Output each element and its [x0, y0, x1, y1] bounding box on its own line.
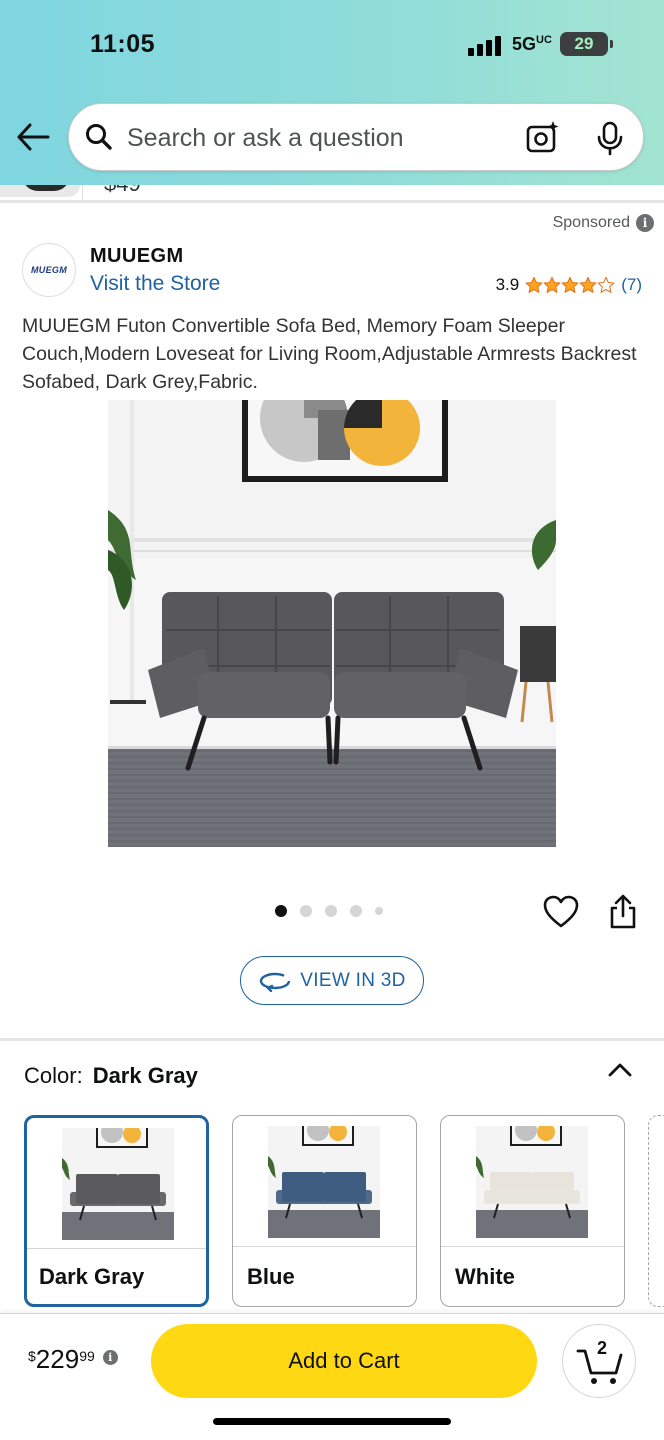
search-icon — [85, 123, 113, 156]
price-info-icon[interactable]: i — [102, 1350, 118, 1365]
divider — [0, 1038, 664, 1041]
color-option-more[interactable] — [648, 1115, 664, 1307]
color-option-image — [62, 1121, 174, 1240]
view-in-3d-button[interactable]: VIEW IN 3D — [240, 956, 424, 1005]
previous-item-thumbnail — [0, 185, 80, 197]
microphone-icon[interactable] — [595, 120, 625, 161]
info-icon[interactable]: i — [636, 214, 654, 232]
battery-level: 29 — [574, 34, 594, 53]
cart-icon — [576, 1349, 623, 1384]
star-icon — [543, 276, 561, 293]
rating[interactable]: 3.9 (7) — [496, 275, 642, 295]
camera-lens-icon[interactable] — [525, 120, 559, 159]
price-whole: 229 — [35, 1344, 80, 1374]
brand-logo-text: MUEGM — [31, 265, 67, 275]
star-icon — [597, 276, 615, 293]
status-bar: 11:05 5GUC 29 — [0, 28, 664, 64]
heart-icon[interactable] — [543, 895, 579, 934]
price: $ 229 99 i — [28, 1344, 118, 1375]
price-currency: $ — [28, 1348, 36, 1364]
brand-name[interactable]: MUUEGM — [90, 245, 184, 268]
previous-item-price: $49 — [104, 185, 141, 197]
rotate-3d-icon — [260, 972, 291, 992]
color-label: Color: — [24, 1063, 83, 1088]
color-option-white[interactable]: White — [440, 1115, 625, 1307]
cart-button[interactable]: 2 — [562, 1324, 636, 1398]
divider — [0, 200, 664, 203]
share-icon[interactable] — [608, 894, 638, 935]
sponsored-text: Sponsored — [552, 214, 630, 231]
star-rating-icon — [525, 276, 615, 294]
signal-icon — [468, 36, 504, 56]
cart-count: 2 — [597, 1338, 608, 1358]
carousel-dot[interactable] — [275, 905, 287, 917]
carousel-dot[interactable] — [375, 907, 383, 915]
color-option-label: Blue — [247, 1264, 295, 1289]
carousel-dot[interactable] — [325, 905, 337, 917]
app-header: 11:05 5GUC 29 Search or ask a question — [0, 0, 664, 185]
back-arrow-icon[interactable] — [16, 122, 52, 154]
star-icon — [561, 276, 579, 293]
color-option-image — [268, 1119, 380, 1238]
rating-value: 3.9 — [495, 275, 520, 294]
add-to-cart-label: Add to Cart — [288, 1348, 400, 1373]
brand-logo[interactable]: MUEGM — [22, 243, 76, 297]
network-label: 5GUC — [512, 34, 552, 54]
star-icon — [579, 276, 597, 293]
price-fraction: 99 — [79, 1348, 95, 1364]
search-input[interactable]: Search or ask a question — [127, 124, 404, 153]
star-icon — [525, 276, 543, 293]
color-selector-header[interactable]: Color: Dark Gray — [24, 1063, 198, 1089]
carousel-dot[interactable] — [300, 905, 312, 917]
product-image[interactable] — [108, 400, 556, 847]
add-to-cart-button[interactable]: Add to Cart — [151, 1324, 537, 1398]
color-option-label: White — [455, 1264, 515, 1289]
selected-color: Dark Gray — [92, 1063, 198, 1088]
view-in-3d-label: VIEW IN 3D — [300, 969, 406, 991]
image-carousel-indicator[interactable] — [275, 905, 383, 917]
chevron-up-icon[interactable] — [606, 1060, 634, 1085]
search-bar[interactable]: Search or ask a question — [68, 103, 644, 171]
visit-store-link[interactable]: Visit the Store — [90, 272, 220, 296]
battery-icon: 29 — [560, 32, 613, 56]
clock: 11:05 — [90, 30, 156, 58]
rating-count[interactable]: (7) — [621, 275, 642, 295]
color-option-blue[interactable]: Blue — [232, 1115, 417, 1307]
sponsored-label[interactable]: Sponsored i — [553, 214, 654, 232]
color-option-dark-gray[interactable]: Dark Gray — [24, 1115, 209, 1307]
carousel-dot[interactable] — [350, 905, 362, 917]
product-title[interactable]: MUUEGM Futon Convertible Sofa Bed, Memor… — [22, 312, 642, 396]
color-option-label: Dark Gray — [39, 1264, 145, 1289]
home-indicator[interactable] — [213, 1418, 451, 1425]
color-option-image — [476, 1119, 588, 1238]
